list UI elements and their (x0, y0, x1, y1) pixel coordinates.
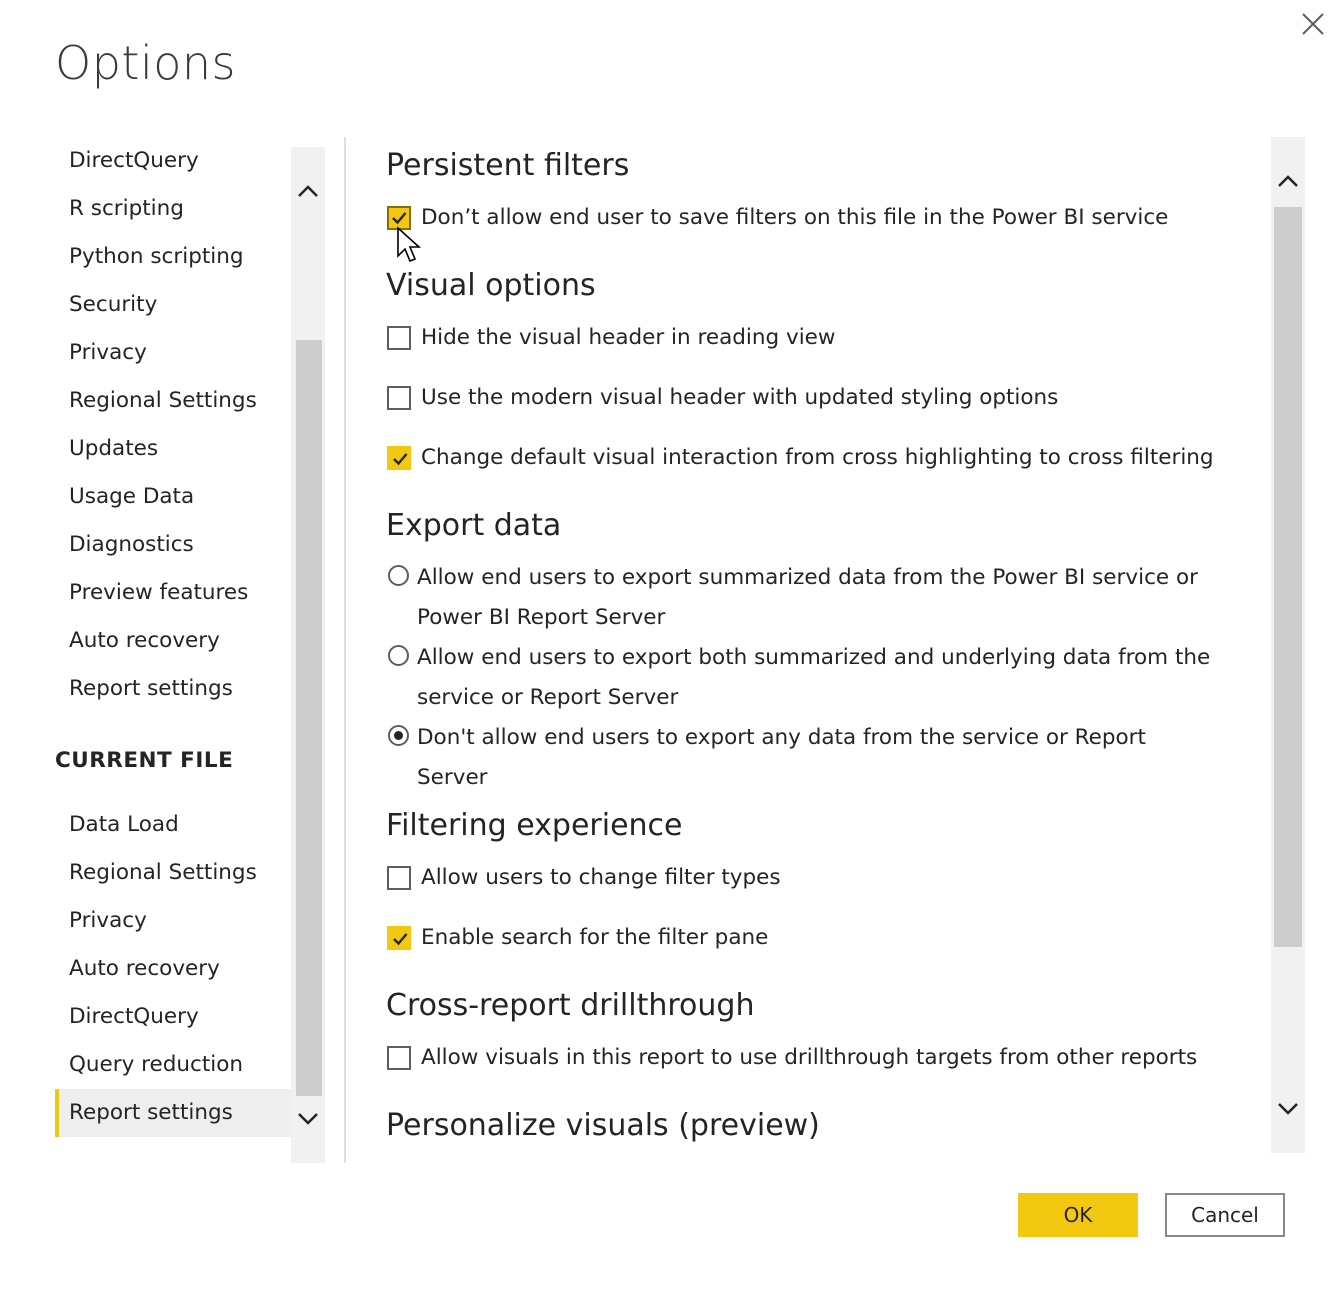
label-export-summarized-line2[interactable]: Power BI Report Server (417, 598, 665, 638)
sidebar-item-file-regional-settings[interactable]: Regional Settings (55, 849, 291, 897)
sidebar-item-directquery[interactable]: DirectQuery (55, 137, 291, 185)
sidebar-item-auto-recovery[interactable]: Auto recovery (55, 617, 291, 665)
sidebar-item-data-load[interactable]: Data Load (55, 801, 291, 849)
sidebar-item-python-scripting[interactable]: Python scripting (55, 233, 291, 281)
sidebar-scrollbar[interactable] (291, 147, 325, 1163)
sidebar-item-privacy[interactable]: Privacy (55, 329, 291, 377)
sidebar-item-diagnostics[interactable]: Diagnostics (55, 521, 291, 569)
sidebar-item-security[interactable]: Security (55, 281, 291, 329)
chevron-up-icon (298, 185, 318, 197)
checkmark-icon (393, 933, 408, 946)
sidebar-scroll-thumb[interactable] (296, 340, 322, 1096)
pane-divider (344, 137, 346, 1163)
sidebar-item-file-directquery[interactable]: DirectQuery (55, 993, 291, 1041)
checkbox-enable-filter-search[interactable] (387, 926, 411, 950)
content-scroll-thumb[interactable] (1274, 207, 1302, 947)
radio-dont-allow-export[interactable] (388, 725, 409, 746)
label-dont-allow-export-line1[interactable]: Don't allow end users to export any data… (417, 718, 1146, 758)
sidebar-scroll-up-button[interactable] (291, 175, 325, 207)
checkmark-icon (392, 212, 407, 225)
sidebar-item-file-privacy[interactable]: Privacy (55, 897, 291, 945)
ok-button[interactable]: OK (1018, 1193, 1138, 1237)
label-change-filter-types[interactable]: Allow users to change filter types (421, 858, 781, 898)
section-title-visual-options: Visual options (386, 268, 596, 303)
current-file-heading: CURRENT FILE (55, 748, 234, 773)
section-title-export-data: Export data (386, 508, 562, 543)
checkbox-cross-report-drillthrough[interactable] (387, 1046, 411, 1070)
chevron-down-icon (1278, 1103, 1298, 1115)
radio-export-summarized[interactable] (388, 565, 409, 586)
sidebar-item-file-report-settings[interactable]: Report settings (55, 1089, 291, 1137)
label-cross-report-drillthrough[interactable]: Allow visuals in this report to use dril… (421, 1038, 1197, 1078)
label-export-summarized-line1[interactable]: Allow end users to export summarized dat… (417, 558, 1198, 598)
section-title-persistent-filters: Persistent filters (386, 148, 630, 183)
checkbox-modern-visual-header[interactable] (387, 386, 411, 410)
content-scroll-up-button[interactable] (1271, 165, 1305, 197)
content-scrollbar[interactable] (1271, 137, 1305, 1153)
sidebar-item-regional-settings[interactable]: Regional Settings (55, 377, 291, 425)
sidebar-scroll-down-button[interactable] (291, 1103, 325, 1135)
sidebar-item-usage-data[interactable]: Usage Data (55, 473, 291, 521)
label-cross-filtering[interactable]: Change default visual interaction from c… (421, 438, 1214, 478)
label-export-underlying-line2[interactable]: service or Report Server (417, 678, 678, 718)
cancel-button[interactable]: Cancel (1165, 1193, 1285, 1237)
close-icon (1302, 13, 1324, 35)
sidebar-item-query-reduction[interactable]: Query reduction (55, 1041, 291, 1089)
dialog-title: Options (55, 36, 236, 90)
label-modern-visual-header[interactable]: Use the modern visual header with update… (421, 378, 1058, 418)
label-hide-visual-header[interactable]: Hide the visual header in reading view (421, 318, 836, 358)
section-title-personalize-visuals: Personalize visuals (preview) (386, 1108, 820, 1143)
checkbox-hide-visual-header[interactable] (387, 326, 411, 350)
checkbox-cross-filtering[interactable] (387, 446, 411, 470)
checkbox-change-filter-types[interactable] (387, 866, 411, 890)
label-export-underlying-line1[interactable]: Allow end users to export both summarize… (417, 638, 1210, 678)
checkmark-icon (393, 453, 408, 466)
sidebar-item-preview-features[interactable]: Preview features (55, 569, 291, 617)
label-dont-allow-save-filters[interactable]: Don’t allow end user to save filters on … (421, 198, 1168, 238)
sidebar-item-report-settings[interactable]: Report settings (55, 665, 291, 713)
section-title-filtering-experience: Filtering experience (386, 808, 683, 843)
sidebar-item-r-scripting[interactable]: R scripting (55, 185, 291, 233)
radio-export-summarized-and-underlying[interactable] (388, 645, 409, 666)
mouse-pointer-icon (396, 226, 422, 270)
chevron-up-icon (1278, 175, 1298, 187)
content-scroll-down-button[interactable] (1271, 1093, 1305, 1125)
label-dont-allow-export-line2[interactable]: Server (417, 758, 488, 798)
sidebar-item-updates[interactable]: Updates (55, 425, 291, 473)
sidebar-item-file-auto-recovery[interactable]: Auto recovery (55, 945, 291, 993)
label-enable-filter-search[interactable]: Enable search for the filter pane (421, 918, 768, 958)
section-title-cross-report-drillthrough: Cross-report drillthrough (386, 988, 755, 1023)
chevron-down-icon (298, 1113, 318, 1125)
close-button[interactable] (1297, 8, 1329, 40)
